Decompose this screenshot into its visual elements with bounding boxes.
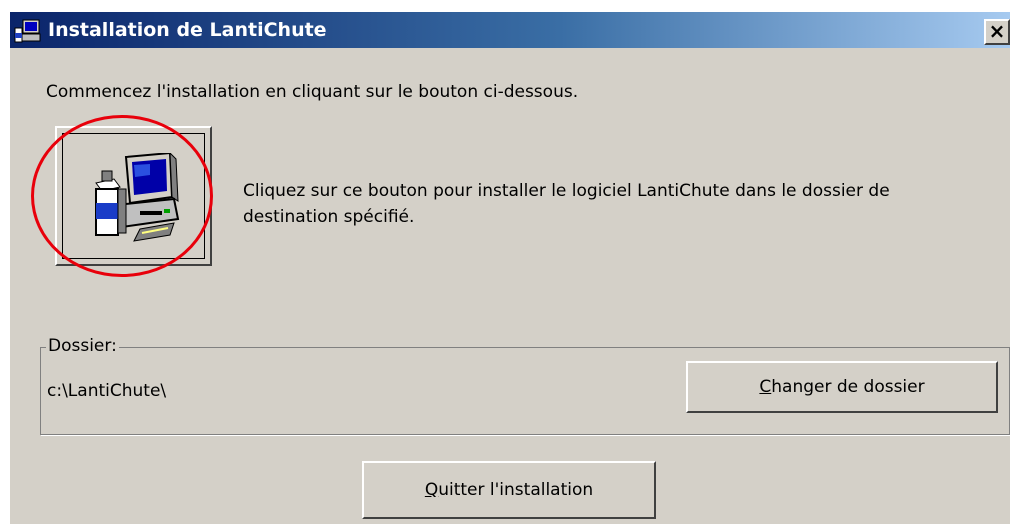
install-button[interactable]	[55, 126, 212, 266]
quit-install-button[interactable]: Quitter l'installation	[362, 461, 656, 519]
installer-window: Installation de LantiChute × Commencez l…	[9, 11, 1010, 524]
instructions-text: Commencez l'installation en cliquant sur…	[46, 82, 579, 102]
folder-groupbox: Dossier: c:\LantiChute\ Changer de dossi…	[40, 336, 1010, 435]
change-folder-button[interactable]: Changer de dossier	[686, 361, 998, 413]
quit-mnemonic: Q	[424, 480, 439, 500]
folder-path: c:\LantiChute\	[47, 381, 167, 401]
window-title: Installation de LantiChute	[48, 19, 327, 41]
setup-computer-icon	[95, 153, 180, 242]
change-folder-label: hanger de dossier	[771, 377, 925, 397]
install-description-line2: destination spécifié.	[243, 207, 415, 227]
title-bar[interactable]: Installation de LantiChute ×	[10, 12, 1010, 48]
close-icon: ×	[988, 19, 1006, 43]
close-button[interactable]: ×	[984, 19, 1010, 45]
install-description-line1: Cliquez sur ce bouton pour installer le …	[243, 181, 890, 201]
quit-label: uitter l'installation	[438, 480, 594, 500]
folder-label: Dossier:	[46, 336, 119, 356]
setup-app-icon	[14, 19, 41, 43]
change-folder-mnemonic: C	[759, 377, 772, 397]
